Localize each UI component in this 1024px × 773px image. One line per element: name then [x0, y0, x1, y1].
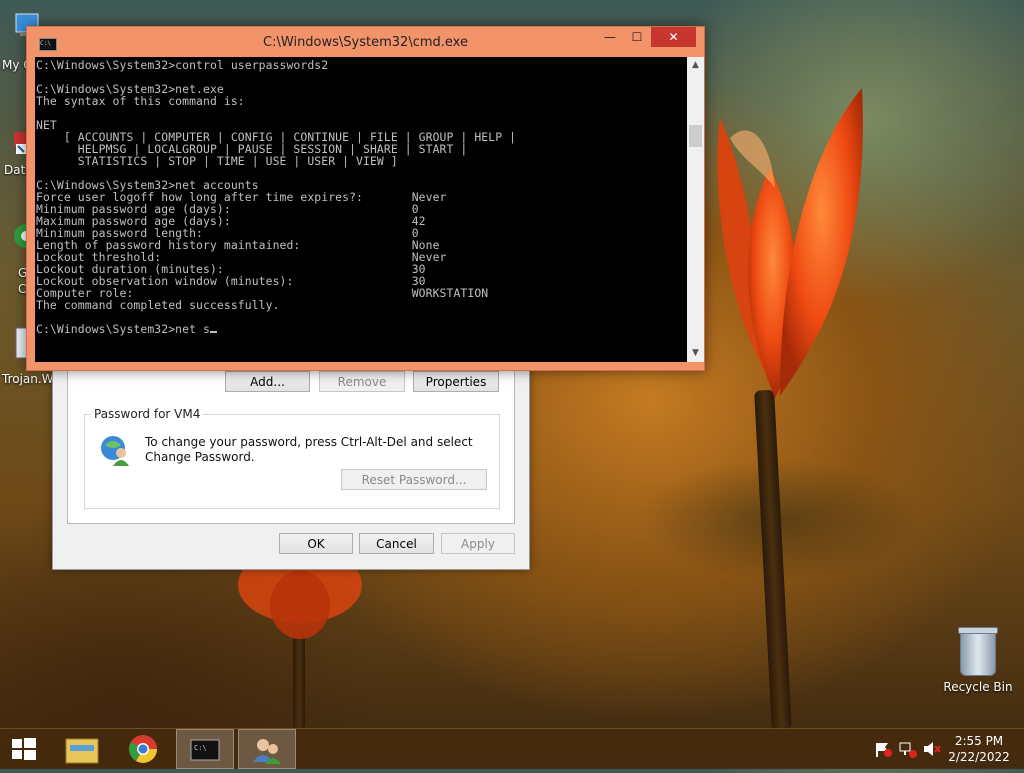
cancel-button[interactable]: Cancel: [359, 533, 434, 554]
windows-logo-icon: [12, 738, 36, 760]
wallpaper-tulip: [717, 88, 863, 398]
console-line: STATISTICS | STOP | TIME | USE | USER | …: [36, 154, 398, 168]
text-cursor: [209, 331, 217, 333]
minimize-button[interactable]: —: [597, 27, 623, 47]
apply-button[interactable]: Apply: [441, 533, 515, 554]
clock-time: 2:55 PM: [954, 734, 1004, 748]
properties-button[interactable]: Properties: [413, 371, 499, 392]
taskbar-chrome[interactable]: [114, 729, 172, 769]
recycle-bin-label: Recycle Bin: [943, 680, 1013, 694]
console-line: C:\Windows\System32>net s: [36, 322, 210, 336]
cmd-titlebar[interactable]: C:\ C:\Windows\System32\cmd.exe — ☐ ✕: [27, 27, 704, 57]
action-center-icon[interactable]: [870, 729, 894, 769]
console-text: C:\Windows\System32>control userpassword…: [35, 57, 687, 335]
folder-icon: [65, 738, 99, 764]
recycle-bin-icon: [958, 627, 998, 676]
chrome-icon: [129, 735, 157, 763]
reset-password-button[interactable]: Reset Password...: [341, 469, 487, 490]
desktop-icon-recycle-bin[interactable]: Recycle Bin: [940, 627, 1016, 694]
console-output[interactable]: C:\Windows\System32>control userpassword…: [35, 57, 687, 362]
taskbar-cmd[interactable]: C:\: [176, 729, 234, 769]
user-accounts-dialog: Add... Remove Properties Password for VM…: [52, 340, 530, 570]
start-button[interactable]: [0, 729, 58, 769]
password-message: To change your password, press Ctrl-Alt-…: [145, 435, 473, 464]
taskbar-clock[interactable]: 2:55 PM 2/22/2022: [944, 733, 1014, 765]
scroll-up-arrow-icon[interactable]: ▲: [687, 57, 704, 74]
scroll-thumb[interactable]: [689, 125, 702, 147]
svg-text:C:\: C:\: [194, 744, 207, 752]
password-group-title: Password for VM4: [91, 407, 204, 421]
cmd-icon: C:\: [190, 739, 220, 761]
password-group: Password for VM4 To change your password…: [84, 407, 500, 509]
maximize-button[interactable]: ☐: [624, 27, 650, 47]
close-button[interactable]: ✕: [651, 27, 696, 47]
ok-button[interactable]: OK: [279, 533, 353, 554]
wallpaper-stem-small: [293, 630, 305, 730]
volume-muted-icon[interactable]: [920, 729, 944, 769]
taskbar-user-accounts[interactable]: [238, 729, 296, 769]
add-button[interactable]: Add...: [225, 371, 310, 392]
console-line: The command completed successfully.: [36, 298, 280, 312]
remove-button[interactable]: Remove: [319, 371, 405, 392]
clock-date: 2/22/2022: [948, 750, 1010, 764]
console-scrollbar[interactable]: ▲ ▼: [687, 57, 704, 362]
taskbar: C:\ 2:55 PM 2/22/2022: [0, 728, 1024, 769]
taskbar-file-explorer[interactable]: [54, 729, 112, 769]
cmd-window: C:\ C:\Windows\System32\cmd.exe — ☐ ✕ C:…: [26, 26, 705, 371]
wallpaper-stem: [754, 389, 792, 731]
console-line: C:\Windows\System32>control userpassword…: [36, 58, 329, 72]
network-icon[interactable]: [896, 729, 920, 769]
console-line: The syntax of this command is:: [36, 94, 245, 108]
desktop-icon-label: Trojan.Wi: [2, 372, 57, 386]
scroll-down-arrow-icon[interactable]: ▼: [687, 345, 704, 362]
user-password-icon: [101, 436, 129, 466]
user-accounts-icon: [253, 739, 281, 764]
